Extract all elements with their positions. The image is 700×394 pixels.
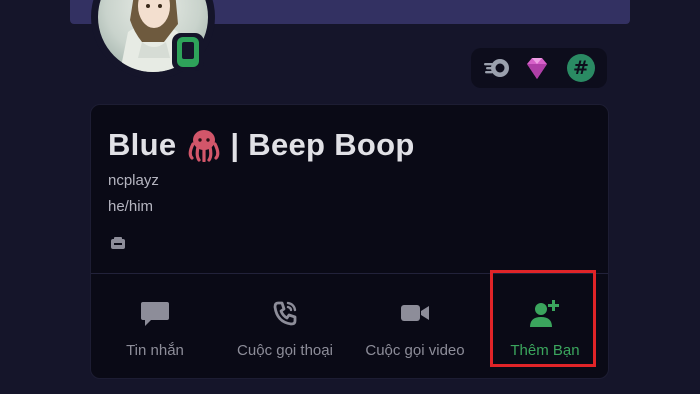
message-button[interactable]: Tin nhắn [90,288,220,368]
video-call-button[interactable]: Cuộc gọi video [350,288,480,368]
username: ncplayz [108,172,159,189]
video-camera-icon [401,305,429,321]
boost-gem-icon[interactable] [523,54,551,82]
phone-icon [273,301,297,326]
badges-container: # [471,48,607,88]
pronouns: he/him [108,198,154,215]
mobile-status-indicator [172,33,204,71]
voice-call-button[interactable]: Cuộc gọi thoại [220,288,350,368]
voice-call-label: Cuộc gọi thoại [237,342,333,359]
hypesquad-icon[interactable]: # [567,54,595,82]
message-label: Tin nhắn [126,342,184,359]
display-name: Blue | Beep Boop [108,126,415,164]
display-name-rest: | Beep Boop [230,127,415,162]
mobile-phone-icon [177,37,199,67]
nitro-icon[interactable] [483,54,511,82]
octopus-emoji-icon [189,130,220,162]
highlight-box [490,270,596,367]
activity-icon [111,237,125,249]
display-name-first: Blue [108,127,177,162]
video-call-label: Cuộc gọi video [365,342,465,359]
chat-bubble-icon [141,302,169,326]
